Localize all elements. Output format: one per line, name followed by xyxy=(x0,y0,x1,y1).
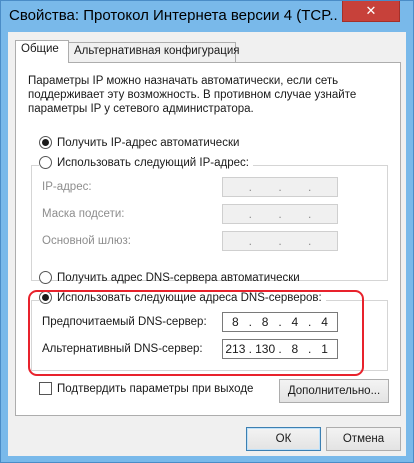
title-bar[interactable]: Свойства: Протокол Интернета версии 4 (T… xyxy=(1,1,413,32)
ip-auto-option[interactable]: Получить IP-адрес автоматически xyxy=(39,136,239,149)
dialog-window: Свойства: Протокол Интернета версии 4 (T… xyxy=(0,0,414,463)
tab-general[interactable]: Общие xyxy=(15,40,69,63)
validate-label: Подтвердить параметры при выходе xyxy=(57,382,254,395)
ok-button[interactable]: ОК xyxy=(246,427,321,451)
ip-manual-option[interactable]: Использовать следующий IP-адрес: xyxy=(39,156,253,169)
ip-address-input[interactable]: . . . xyxy=(222,177,338,197)
default-gateway-input[interactable]: . . . xyxy=(222,231,338,251)
ip-manual-label: Использовать следующий IP-адрес: xyxy=(57,156,249,169)
dialog-client-area: Общие Альтернативная конфигурация Параме… xyxy=(8,32,406,456)
cancel-button[interactable]: Отмена xyxy=(326,427,401,451)
subnet-mask-label: Маска подсети: xyxy=(42,208,125,220)
advanced-button[interactable]: Дополнительно... xyxy=(279,379,389,403)
validate-option[interactable]: Подтвердить параметры при выходе xyxy=(39,382,253,395)
window-title: Свойства: Протокол Интернета версии 4 (T… xyxy=(9,7,337,24)
subnet-mask-input[interactable]: . . . xyxy=(222,204,338,224)
description-text: Параметры IP можно назначать автоматичес… xyxy=(28,74,390,116)
tab-alternate-configuration[interactable]: Альтернативная конфигурация xyxy=(68,42,240,62)
description-line: Параметры IP можно назначать автоматичес… xyxy=(28,75,339,87)
dns-auto-radio[interactable] xyxy=(39,271,52,284)
ip-address-label: IP-адрес: xyxy=(42,181,92,193)
dns-auto-option[interactable]: Получить адрес DNS-сервера автоматически xyxy=(39,271,300,284)
close-button[interactable]: ✕ xyxy=(342,1,400,22)
validate-checkbox[interactable] xyxy=(39,382,52,395)
dns-auto-label: Получить адрес DNS-сервера автоматически xyxy=(57,271,300,284)
description-line: параметры IP у сетевого администратора. xyxy=(28,103,254,115)
ip-auto-label: Получить IP-адрес автоматически xyxy=(57,136,240,149)
dns-highlight-frame xyxy=(28,290,364,376)
default-gateway-label: Основной шлюз: xyxy=(42,235,131,247)
close-icon: ✕ xyxy=(365,3,377,18)
description-line: поддерживает эту возможность. В противно… xyxy=(28,89,357,101)
ip-manual-radio[interactable] xyxy=(39,156,52,169)
ip-auto-radio[interactable] xyxy=(39,136,52,149)
